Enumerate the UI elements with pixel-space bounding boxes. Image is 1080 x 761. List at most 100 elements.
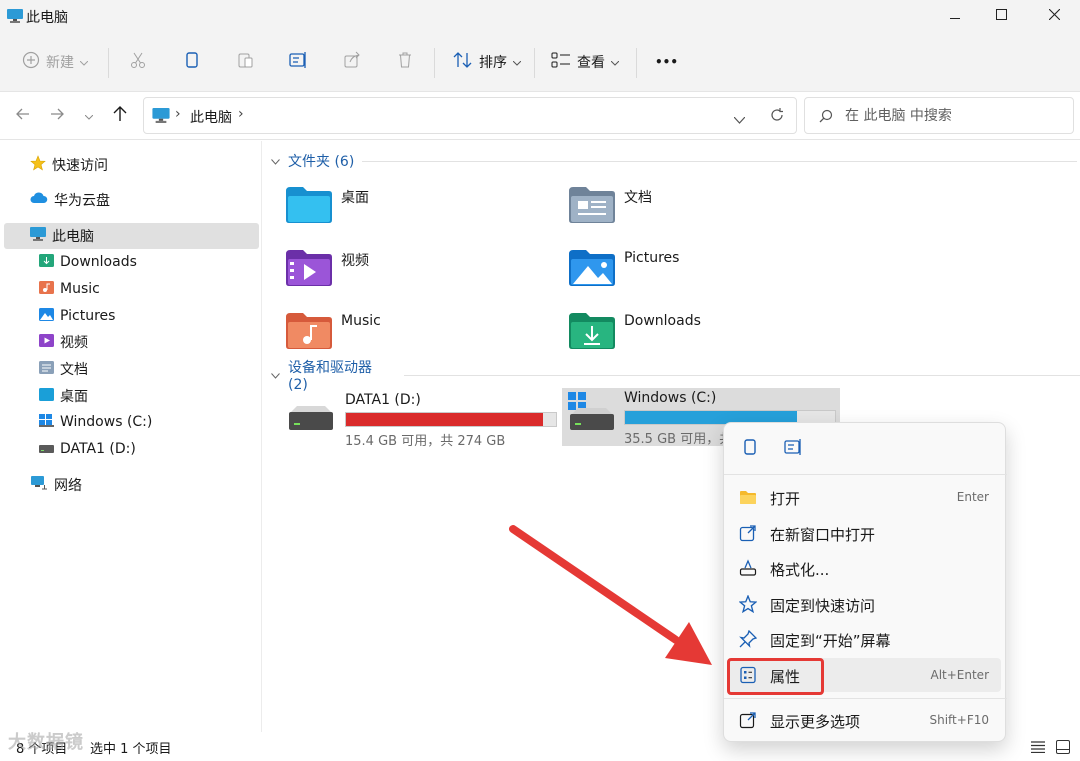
sidebar-item-drive-d[interactable]: DATA1 (D:) xyxy=(39,436,136,462)
breadcrumb-this-pc[interactable]: 此电脑 xyxy=(190,107,232,127)
sidebar-item-label: Windows (C:) xyxy=(60,414,153,430)
trash-icon xyxy=(396,51,414,73)
chevron-right-icon[interactable]: › xyxy=(238,106,244,122)
folder-label: 视频 xyxy=(341,253,369,269)
back-button[interactable] xyxy=(12,104,34,128)
maximize-icon xyxy=(995,8,1007,24)
arrow-up-icon xyxy=(113,106,127,126)
open-new-window-icon xyxy=(738,523,758,543)
selection-count: 选中 1 个项目 xyxy=(90,742,172,757)
sort-button[interactable]: 排序 xyxy=(453,46,522,78)
folder-tile-music[interactable]: Music xyxy=(285,307,545,359)
sidebar-item-quick-access[interactable]: 快速访问 xyxy=(30,152,108,178)
menu-item-pin-quick-access[interactable]: 固定到快速访问 xyxy=(728,587,1001,621)
menu-item-open-new-window[interactable]: 在新窗口中打开 xyxy=(728,516,1001,550)
chevron-down-icon xyxy=(610,54,620,70)
copy-button[interactable] xyxy=(183,46,201,78)
sidebar-item-pictures[interactable]: Pictures xyxy=(39,303,115,329)
up-button[interactable] xyxy=(109,104,131,128)
hard-drive-icon xyxy=(287,404,335,438)
folder-tile-desktop[interactable]: 桌面 xyxy=(285,181,545,233)
cut-button[interactable] xyxy=(129,46,147,78)
desktop-folder-icon xyxy=(39,387,54,405)
forward-button[interactable] xyxy=(46,104,68,128)
context-rename-button[interactable] xyxy=(780,435,808,463)
sidebar-item-desktop[interactable]: 桌面 xyxy=(39,383,88,409)
tiles-view-button[interactable] xyxy=(1056,740,1070,758)
drives-group-header[interactable]: 设备和驱动器 (2) xyxy=(271,360,1080,393)
share-button[interactable] xyxy=(343,46,361,78)
refresh-icon[interactable] xyxy=(770,108,784,126)
paste-button[interactable] xyxy=(236,46,254,78)
sidebar-item-huawei-cloud[interactable]: 华为云盘 xyxy=(30,187,110,213)
documents-folder-icon xyxy=(39,360,54,378)
view-button[interactable]: 查看 xyxy=(551,46,620,78)
menu-item-pin-start[interactable]: 固定到“开始”屏幕 xyxy=(728,622,1001,656)
this-pc-icon xyxy=(152,108,170,127)
pictures-folder-icon xyxy=(39,307,54,325)
sidebar-item-label: Downloads xyxy=(60,254,137,270)
copy-icon xyxy=(183,51,201,73)
more-options-button[interactable]: ••• xyxy=(655,46,678,78)
sidebar-item-drive-c[interactable]: Windows (C:) xyxy=(39,409,152,435)
minimize-button[interactable] xyxy=(930,0,980,32)
close-button[interactable] xyxy=(1029,0,1079,32)
sidebar-item-label: DATA1 (D:) xyxy=(60,441,136,457)
menu-item-show-more[interactable]: 显示更多选项 Shift+F10 xyxy=(728,703,1001,737)
recent-locations-button[interactable] xyxy=(78,104,100,128)
menu-item-open[interactable]: 打开 Enter xyxy=(728,480,1001,514)
view-list-icon xyxy=(551,52,571,72)
chevron-down-icon xyxy=(79,54,89,70)
folders-group-header[interactable]: 文件夹 (6) xyxy=(271,150,1078,172)
sidebar-item-network[interactable]: 网络 xyxy=(30,472,82,498)
folder-tile-downloads[interactable]: Downloads xyxy=(568,307,828,359)
new-button[interactable]: 新建 xyxy=(22,46,89,78)
chevron-down-icon xyxy=(271,153,280,169)
sidebar-item-this-pc[interactable]: 此电脑 xyxy=(4,223,259,249)
sidebar-item-videos[interactable]: 视频 xyxy=(39,329,88,355)
pictures-folder-icon xyxy=(568,248,616,292)
sidebar-item-label: 桌面 xyxy=(60,389,88,405)
folder-tile-pictures[interactable]: Pictures xyxy=(568,244,828,296)
folder-open-icon xyxy=(738,487,758,507)
menu-item-label: 固定到快速访问 xyxy=(770,597,876,615)
toolbar-separator xyxy=(636,48,637,78)
delete-button[interactable] xyxy=(396,46,414,78)
chevron-down-icon xyxy=(512,54,522,70)
drive-usage-bar xyxy=(345,412,557,427)
folder-label: 桌面 xyxy=(341,190,369,206)
plus-circle-icon xyxy=(22,51,40,73)
folder-tile-videos[interactable]: 视频 xyxy=(285,244,545,296)
menu-item-format[interactable]: 格式化... xyxy=(728,551,1001,585)
address-bar[interactable]: › 此电脑 › xyxy=(143,97,797,134)
search-input[interactable] xyxy=(845,106,1065,126)
sidebar-item-downloads[interactable]: Downloads xyxy=(39,249,137,275)
network-icon xyxy=(30,475,48,495)
this-pc-icon xyxy=(7,9,23,27)
search-box[interactable] xyxy=(804,97,1074,134)
folder-label: 文档 xyxy=(624,190,652,206)
folder-tile-documents[interactable]: 文档 xyxy=(568,181,828,233)
sidebar-item-label: 视频 xyxy=(60,335,88,351)
address-history-button[interactable] xyxy=(733,112,746,128)
clipboard-icon xyxy=(236,51,254,73)
drive-name: Windows (C:) xyxy=(624,390,717,406)
pin-icon xyxy=(738,629,758,649)
context-copy-button[interactable] xyxy=(736,435,764,463)
chevron-down-icon xyxy=(84,108,94,124)
minimize-icon xyxy=(950,8,960,24)
sidebar-item-documents[interactable]: 文档 xyxy=(39,356,88,382)
rename-button[interactable] xyxy=(289,46,309,78)
properties-highlight-box xyxy=(727,658,824,695)
sidebar-item-label: 快速访问 xyxy=(52,158,108,174)
sidebar-item-music[interactable]: Music xyxy=(39,276,100,302)
format-drive-icon xyxy=(738,558,758,578)
toolbar-separator xyxy=(534,48,535,78)
drive-tile-d[interactable]: DATA1 (D:) 15.4 GB 可用，共 274 GB xyxy=(283,390,561,449)
scissors-icon xyxy=(129,51,147,73)
maximize-button[interactable] xyxy=(976,0,1026,32)
search-icon xyxy=(819,109,833,127)
details-view-button[interactable] xyxy=(1031,741,1045,757)
menu-divider xyxy=(724,698,1007,699)
menu-item-shortcut: Alt+Enter xyxy=(930,668,989,682)
